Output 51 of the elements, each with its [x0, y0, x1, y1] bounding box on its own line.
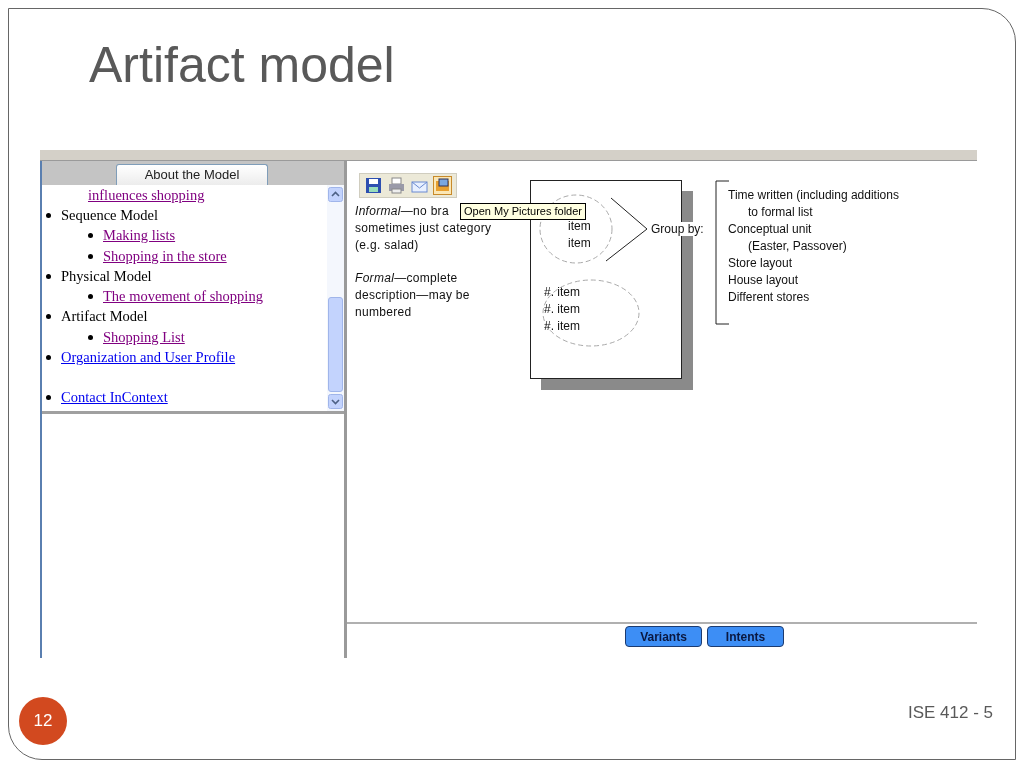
- topic-link[interactable]: Shopping List: [103, 328, 185, 346]
- scroll-down-icon[interactable]: [328, 394, 343, 409]
- print-icon[interactable]: [387, 176, 406, 195]
- topic-link[interactable]: influences shopping: [88, 186, 205, 204]
- grouping-text: Different stores: [728, 290, 810, 304]
- bullet-icon: [46, 355, 51, 360]
- view-button[interactable]: Variants: [625, 626, 702, 647]
- group-label: Group by:: [650, 222, 705, 236]
- scrollbar[interactable]: [327, 185, 344, 411]
- grouping-text: (Easter, Passover): [748, 239, 847, 253]
- slide-number: 12: [19, 697, 67, 745]
- list-item-text: #. item: [544, 302, 580, 316]
- grouping-text: Time written (including additions: [728, 188, 899, 202]
- tooltip: Open My Pictures folder: [460, 203, 586, 220]
- note-line: Formal—complete: [355, 270, 458, 287]
- topic-link[interactable]: Shopping in the store: [103, 247, 227, 265]
- scroll-up-icon[interactable]: [328, 187, 343, 202]
- bullet-icon: [46, 273, 51, 279]
- picture-folder-icon[interactable]: [433, 176, 452, 195]
- grouping-text: to formal list: [748, 205, 813, 219]
- list-item-text: #. item: [544, 285, 580, 299]
- bullet-icon: [46, 395, 51, 401]
- note-line: numbered: [355, 304, 412, 321]
- topic-link[interactable]: Contact InContext: [61, 389, 168, 407]
- slide-title: Artifact model: [89, 37, 395, 93]
- bullet-icon: [88, 334, 93, 340]
- bullet-icon: [88, 233, 93, 239]
- topic-link[interactable]: Organization and User Profile: [61, 349, 236, 366]
- note-line: (e.g. salad): [355, 237, 419, 254]
- note-line: sometimes just category: [355, 220, 492, 237]
- topic-link[interactable]: The movement of shopping: [103, 288, 263, 306]
- bullet-icon: [46, 314, 51, 320]
- grouping-text: Store layout: [728, 256, 793, 270]
- grouping-text: Conceptual unit: [728, 222, 812, 236]
- bullet-icon: [88, 294, 93, 300]
- bullet-icon: [46, 212, 51, 218]
- section-label: Sequence Model: [61, 206, 159, 224]
- list-item-text: item: [568, 236, 591, 250]
- section-label: Physical Model: [61, 267, 152, 285]
- note-line: description—may be: [355, 287, 470, 304]
- grouping-text: House layout: [728, 273, 799, 287]
- save-icon[interactable]: [364, 176, 383, 195]
- view-button[interactable]: Intents: [707, 626, 784, 647]
- slide-footer: ISE 412 - 5: [907, 703, 993, 723]
- bullet-icon: [88, 253, 93, 259]
- section-label: Artifact Model: [61, 308, 148, 326]
- topic-link[interactable]: Making lists: [103, 227, 176, 245]
- list-item-text: item: [568, 219, 591, 233]
- note-line: Informal—no bra: [355, 203, 449, 220]
- list-item-text: #. item: [544, 319, 580, 333]
- model-tab[interactable]: About the Model: [116, 164, 268, 185]
